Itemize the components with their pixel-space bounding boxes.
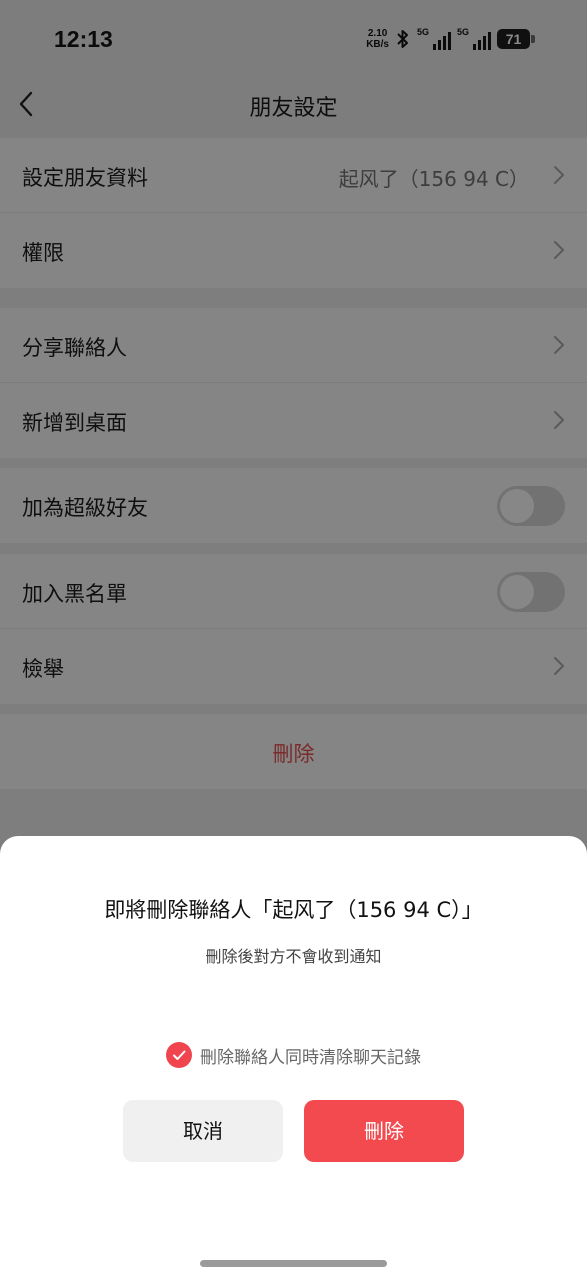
- blacklist-label: 加入黑名單: [22, 582, 127, 606]
- confirm-delete-button[interactable]: 刪除: [304, 1100, 464, 1162]
- blacklist-row: 加入黑名單: [0, 554, 587, 629]
- dialog-subtitle: 刪除後對方不會收到通知: [205, 947, 382, 966]
- settings-group-profile: 設定朋友資料 起风了（156 94 C） 權限: [0, 138, 587, 288]
- report-row[interactable]: 檢舉: [0, 629, 587, 704]
- battery-level: 71: [497, 29, 530, 49]
- report-label: 檢舉: [22, 657, 64, 681]
- signal-icon-sim1: 5G: [417, 27, 451, 50]
- chevron-right-icon: [554, 411, 564, 429]
- settings-group-super-friend: 加為超級好友: [0, 468, 587, 543]
- network-speed: 2.10 KB/s: [366, 28, 389, 50]
- network-speed-unit: KB/s: [366, 39, 389, 50]
- settings-group-share: 分享聯絡人 新增到桌面: [0, 308, 587, 458]
- super-friend-label: 加為超級好友: [22, 496, 148, 520]
- super-friend-toggle[interactable]: [497, 486, 565, 526]
- home-indicator[interactable]: [200, 1260, 387, 1267]
- delete-friend-row[interactable]: 刪除: [0, 714, 587, 789]
- delete-contact-dialog: 即將刪除聯絡人「起风了（156 94 C）」 刪除後對方不會收到通知 刪除聯絡人…: [0, 836, 587, 1280]
- network-speed-value: 2.10: [367, 28, 388, 39]
- friend-info-row[interactable]: 設定朋友資料 起风了（156 94 C）: [0, 138, 587, 213]
- chevron-right-icon: [554, 336, 564, 354]
- header: 朋友設定: [0, 72, 587, 136]
- battery-icon: 71: [497, 29, 535, 49]
- share-contact-label: 分享聯絡人: [22, 336, 127, 360]
- friend-info-label: 設定朋友資料: [22, 166, 148, 190]
- friend-info-value: 起风了（156 94 C）: [338, 167, 529, 191]
- status-bar: 12:13 2.10 KB/s 5G 5G 71: [0, 0, 587, 72]
- permissions-row[interactable]: 權限: [0, 213, 587, 288]
- signal-icon-sim2: 5G: [457, 27, 491, 50]
- dialog-title: 即將刪除聯絡人「起风了（156 94 C）」: [104, 898, 483, 922]
- clear-history-label: 刪除聯絡人同時清除聊天記錄: [200, 1047, 421, 1068]
- chevron-right-icon: [554, 241, 564, 259]
- page-title: 朋友設定: [249, 96, 338, 121]
- settings-group-safety: 加入黑名單 檢舉: [0, 554, 587, 704]
- cancel-button[interactable]: 取消: [123, 1100, 283, 1162]
- add-to-desktop-row[interactable]: 新增到桌面: [0, 383, 587, 458]
- status-time: 12:13: [54, 26, 113, 52]
- blacklist-toggle[interactable]: [497, 572, 565, 612]
- bluetooth-icon: [397, 30, 408, 48]
- settings-group-delete: 刪除: [0, 714, 587, 789]
- chevron-right-icon: [554, 657, 564, 675]
- clear-history-option[interactable]: 刪除聯絡人同時清除聊天記錄: [0, 1042, 587, 1068]
- chevron-right-icon: [554, 166, 564, 184]
- checkbox-checked-icon[interactable]: [166, 1042, 192, 1068]
- permissions-label: 權限: [22, 241, 64, 265]
- super-friend-row: 加為超級好友: [0, 468, 587, 543]
- delete-friend-label: 刪除: [272, 742, 315, 766]
- share-contact-row[interactable]: 分享聯絡人: [0, 308, 587, 383]
- add-to-desktop-label: 新增到桌面: [22, 411, 127, 435]
- status-icons: 2.10 KB/s 5G 5G 71: [366, 26, 535, 52]
